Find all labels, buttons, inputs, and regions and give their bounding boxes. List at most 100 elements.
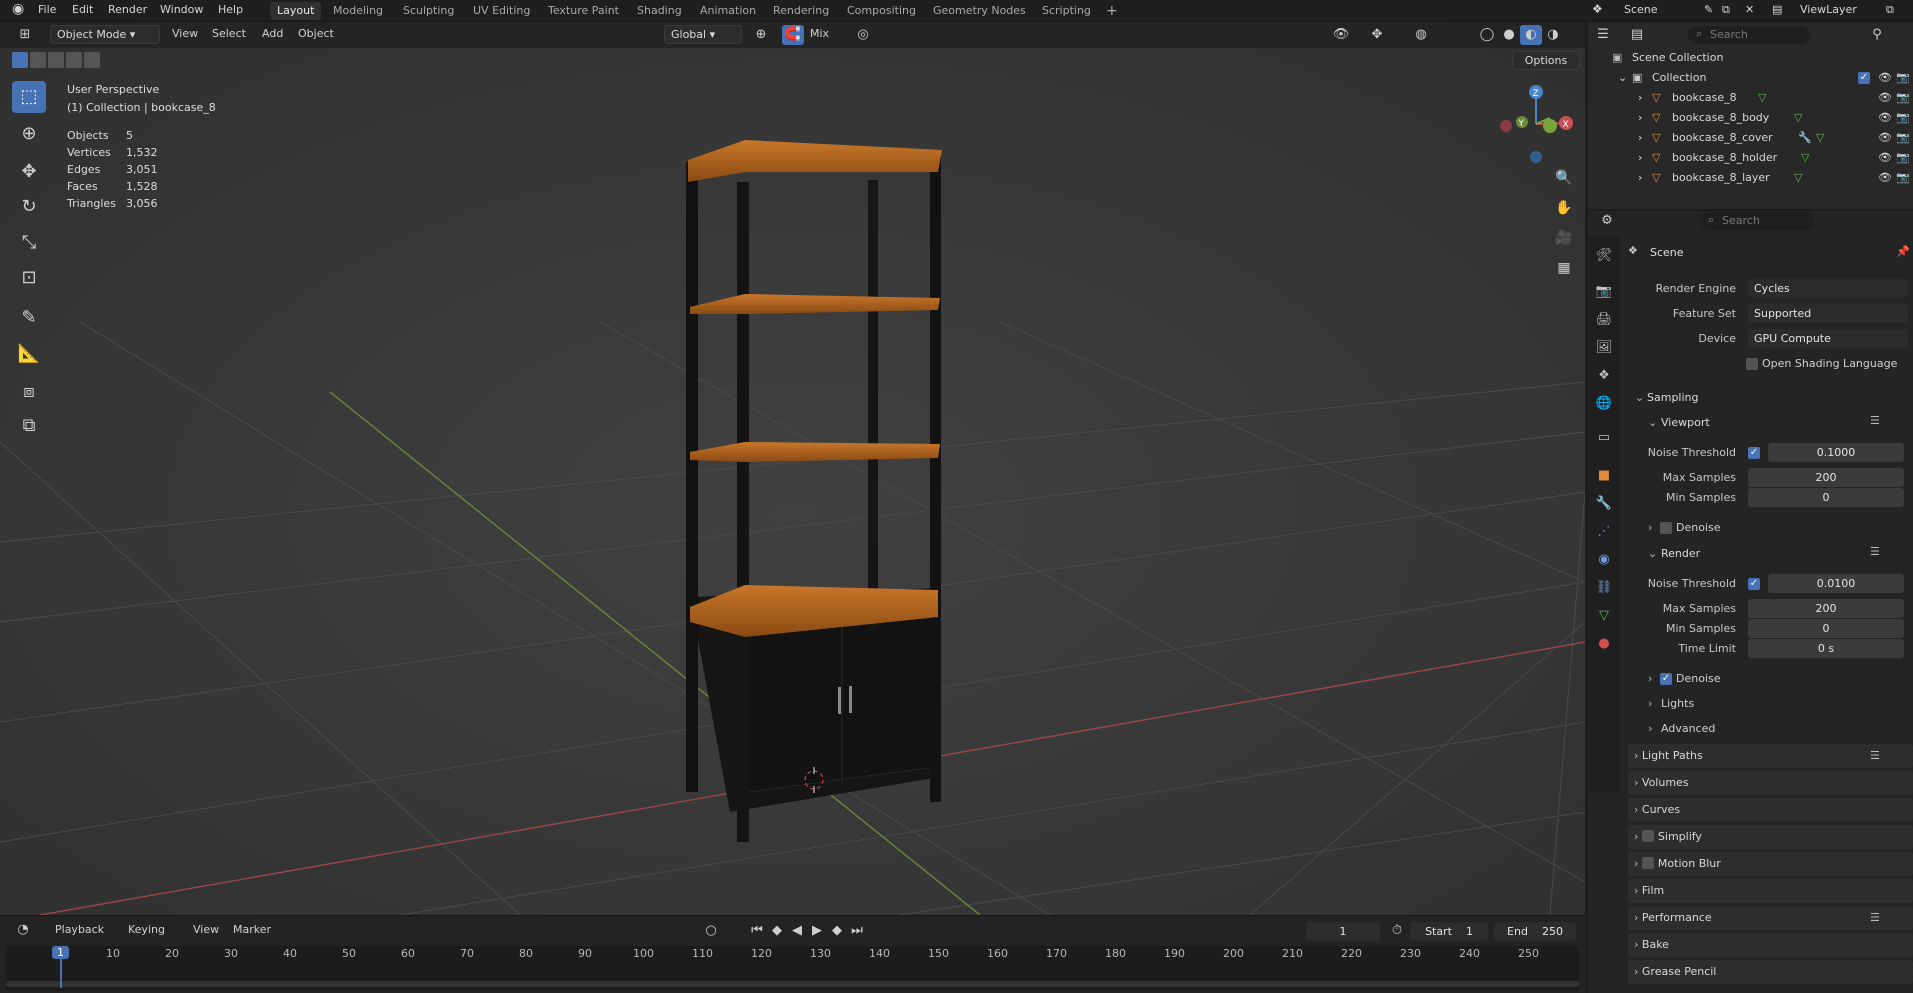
editor-type-icon[interactable]: ⊞ bbox=[14, 25, 36, 45]
properties-search-input[interactable]: Search bbox=[1700, 212, 1814, 230]
chevron-down-icon[interactable]: ⌄ bbox=[1648, 547, 1657, 560]
presets-list-icon[interactable]: ☰ bbox=[1870, 414, 1880, 427]
pin-icon[interactable]: 📌 bbox=[1896, 245, 1910, 258]
add-cube-tool-icon[interactable]: ⧈ bbox=[12, 376, 46, 408]
chevron-right-icon[interactable]: › bbox=[1638, 88, 1642, 108]
stopwatch-icon[interactable]: ⏱ bbox=[1386, 921, 1408, 941]
snap-icon[interactable]: 🧲 bbox=[782, 25, 804, 45]
zoom-icon[interactable]: 🔍 bbox=[1553, 168, 1575, 188]
scale-tool-icon[interactable]: ⤡ bbox=[12, 227, 46, 259]
scene-name[interactable]: Scene bbox=[1624, 3, 1658, 16]
camera-render-icon[interactable]: 📷 bbox=[1896, 68, 1910, 88]
presets-list-icon[interactable]: ☰ bbox=[1870, 906, 1880, 930]
noise-threshold-checkbox[interactable]: ✓ bbox=[1748, 447, 1760, 459]
lights-subpanel-title[interactable]: Lights bbox=[1661, 697, 1694, 710]
outliner-row-scene-collection[interactable]: ▣ Scene Collection bbox=[1588, 48, 1913, 68]
camera-render-icon[interactable]: 📷 bbox=[1896, 108, 1910, 128]
simplify-panel[interactable]: › Simplify bbox=[1628, 825, 1913, 849]
bake-panel[interactable]: › Bake bbox=[1628, 933, 1913, 957]
select-box-tool-icon[interactable]: ⬚ bbox=[12, 81, 46, 113]
viewport-denoise-checkbox[interactable] bbox=[1660, 522, 1672, 534]
chevron-right-icon[interactable]: › bbox=[1648, 521, 1652, 534]
tab-layout[interactable]: Layout bbox=[270, 2, 322, 20]
shading-solid-icon[interactable]: ● bbox=[1498, 25, 1520, 45]
object-tab-icon[interactable]: ■ bbox=[1594, 466, 1614, 486]
properties-editor-icon[interactable]: ⚙ bbox=[1596, 211, 1618, 231]
motion-blur-checkbox[interactable] bbox=[1641, 857, 1654, 869]
eye-icon[interactable]: 👁 bbox=[1878, 148, 1892, 168]
render-denoise-checkbox[interactable]: ✓ bbox=[1660, 673, 1672, 685]
options-dropdown[interactable]: Options bbox=[1512, 51, 1580, 70]
select-intersect-icon[interactable] bbox=[84, 52, 100, 68]
outliner-row-object[interactable]: › ▽ bookcase_8_holder ▽ 👁 📷 bbox=[1588, 148, 1913, 168]
annotate-tool-icon[interactable]: ✎ bbox=[12, 302, 46, 334]
performance-panel[interactable]: › Performance ☰ bbox=[1628, 906, 1913, 930]
timeline-editor-icon[interactable]: ◔ bbox=[12, 920, 34, 940]
display-mode-icon[interactable]: ▤ bbox=[1626, 25, 1648, 45]
menu-playback[interactable]: Playback bbox=[55, 923, 104, 936]
osl-checkbox[interactable] bbox=[1746, 358, 1758, 370]
select-extend-icon[interactable] bbox=[30, 52, 46, 68]
auto-keying-icon[interactable]: ○ bbox=[700, 921, 722, 941]
select-subtract-icon[interactable] bbox=[48, 52, 64, 68]
perspective-toggle-icon[interactable]: ▦ bbox=[1553, 258, 1575, 278]
render-noise-threshold-field[interactable]: 0.0100 bbox=[1768, 574, 1904, 593]
tab-compositing[interactable]: Compositing bbox=[840, 2, 923, 20]
outliner-editor-icon[interactable]: ☰ bbox=[1592, 25, 1614, 45]
volumes-panel[interactable]: › Volumes bbox=[1628, 771, 1913, 795]
tab-texture-paint[interactable]: Texture Paint bbox=[541, 2, 626, 20]
exclude-checkbox[interactable]: ✓ bbox=[1858, 72, 1870, 84]
tab-animation[interactable]: Animation bbox=[693, 2, 763, 20]
chevron-right-icon[interactable]: › bbox=[1638, 148, 1642, 168]
next-keyframe-icon[interactable]: ◆ bbox=[826, 921, 848, 941]
mode-dropdown[interactable]: Object Mode ▾ bbox=[50, 25, 160, 44]
view-layer-tab-icon[interactable]: 🖼 bbox=[1594, 338, 1614, 358]
menu-render[interactable]: Render bbox=[108, 3, 147, 16]
eye-icon[interactable]: 👁 bbox=[1878, 68, 1892, 88]
tool-tab-icon[interactable]: 🛠 bbox=[1594, 246, 1614, 266]
add-workspace-button[interactable]: + bbox=[1099, 2, 1125, 20]
eye-icon[interactable]: 👁 bbox=[1878, 168, 1892, 188]
particles-tab-icon[interactable]: ⋰ bbox=[1594, 522, 1614, 542]
render-min-samples-field[interactable]: 0 bbox=[1748, 619, 1904, 638]
render-time-limit-field[interactable]: 0 s bbox=[1748, 639, 1904, 658]
noise-threshold-checkbox[interactable]: ✓ bbox=[1748, 578, 1760, 590]
tab-sculpting[interactable]: Sculpting bbox=[396, 2, 461, 20]
light-paths-panel[interactable]: › Light Paths ☰ bbox=[1628, 744, 1913, 768]
menu-timeline-view[interactable]: View bbox=[193, 923, 219, 936]
tab-shading[interactable]: Shading bbox=[630, 2, 689, 20]
current-frame-field[interactable]: 1 bbox=[1306, 922, 1380, 941]
chevron-right-icon[interactable]: › bbox=[1648, 722, 1652, 735]
jump-start-icon[interactable]: ⏮ bbox=[746, 921, 768, 941]
presets-list-icon[interactable]: ☰ bbox=[1870, 744, 1880, 768]
tab-geometry-nodes[interactable]: Geometry Nodes bbox=[926, 2, 1033, 20]
simplify-checkbox[interactable] bbox=[1641, 830, 1654, 842]
outliner-row-object[interactable]: › ▽ bookcase_8_layer ▽ 👁 📷 bbox=[1588, 168, 1913, 188]
menu-view[interactable]: View bbox=[172, 27, 198, 40]
select-invert-icon[interactable] bbox=[66, 52, 82, 68]
cursor-tool-icon[interactable]: ⊕ bbox=[12, 118, 46, 150]
menu-keying[interactable]: Keying bbox=[128, 923, 165, 936]
shading-wireframe-icon[interactable]: ◯ bbox=[1476, 25, 1498, 45]
prev-keyframe-icon[interactable]: ◆ bbox=[766, 921, 788, 941]
menu-file[interactable]: File bbox=[38, 3, 56, 16]
menu-add[interactable]: Add bbox=[262, 27, 283, 40]
timeline-scrollbar[interactable] bbox=[6, 981, 1579, 987]
chevron-right-icon[interactable]: › bbox=[1638, 168, 1642, 188]
viewport-min-samples-field[interactable]: 0 bbox=[1748, 488, 1904, 507]
blender-logo-icon[interactable]: ◉ bbox=[12, 1, 24, 17]
tab-uv-editing[interactable]: UV Editing bbox=[466, 2, 537, 20]
physics-tab-icon[interactable]: ◉ bbox=[1594, 550, 1614, 570]
rotate-tool-icon[interactable]: ↻ bbox=[12, 191, 46, 223]
world-tab-icon[interactable]: 🌐 bbox=[1594, 394, 1614, 414]
motion-blur-panel[interactable]: › Motion Blur bbox=[1628, 852, 1913, 876]
menu-help[interactable]: Help bbox=[218, 3, 243, 16]
play-reverse-icon[interactable]: ◀ bbox=[786, 921, 808, 941]
jump-end-icon[interactable]: ⏭ bbox=[846, 921, 868, 941]
outliner-search-input[interactable]: Search bbox=[1688, 26, 1810, 44]
chevron-right-icon[interactable]: › bbox=[1648, 672, 1652, 685]
tab-rendering[interactable]: Rendering bbox=[766, 2, 836, 20]
menu-marker[interactable]: Marker bbox=[233, 923, 271, 936]
material-tab-icon[interactable]: ● bbox=[1594, 634, 1614, 654]
new-view-layer-icon[interactable]: ⧉ bbox=[1886, 3, 1894, 17]
